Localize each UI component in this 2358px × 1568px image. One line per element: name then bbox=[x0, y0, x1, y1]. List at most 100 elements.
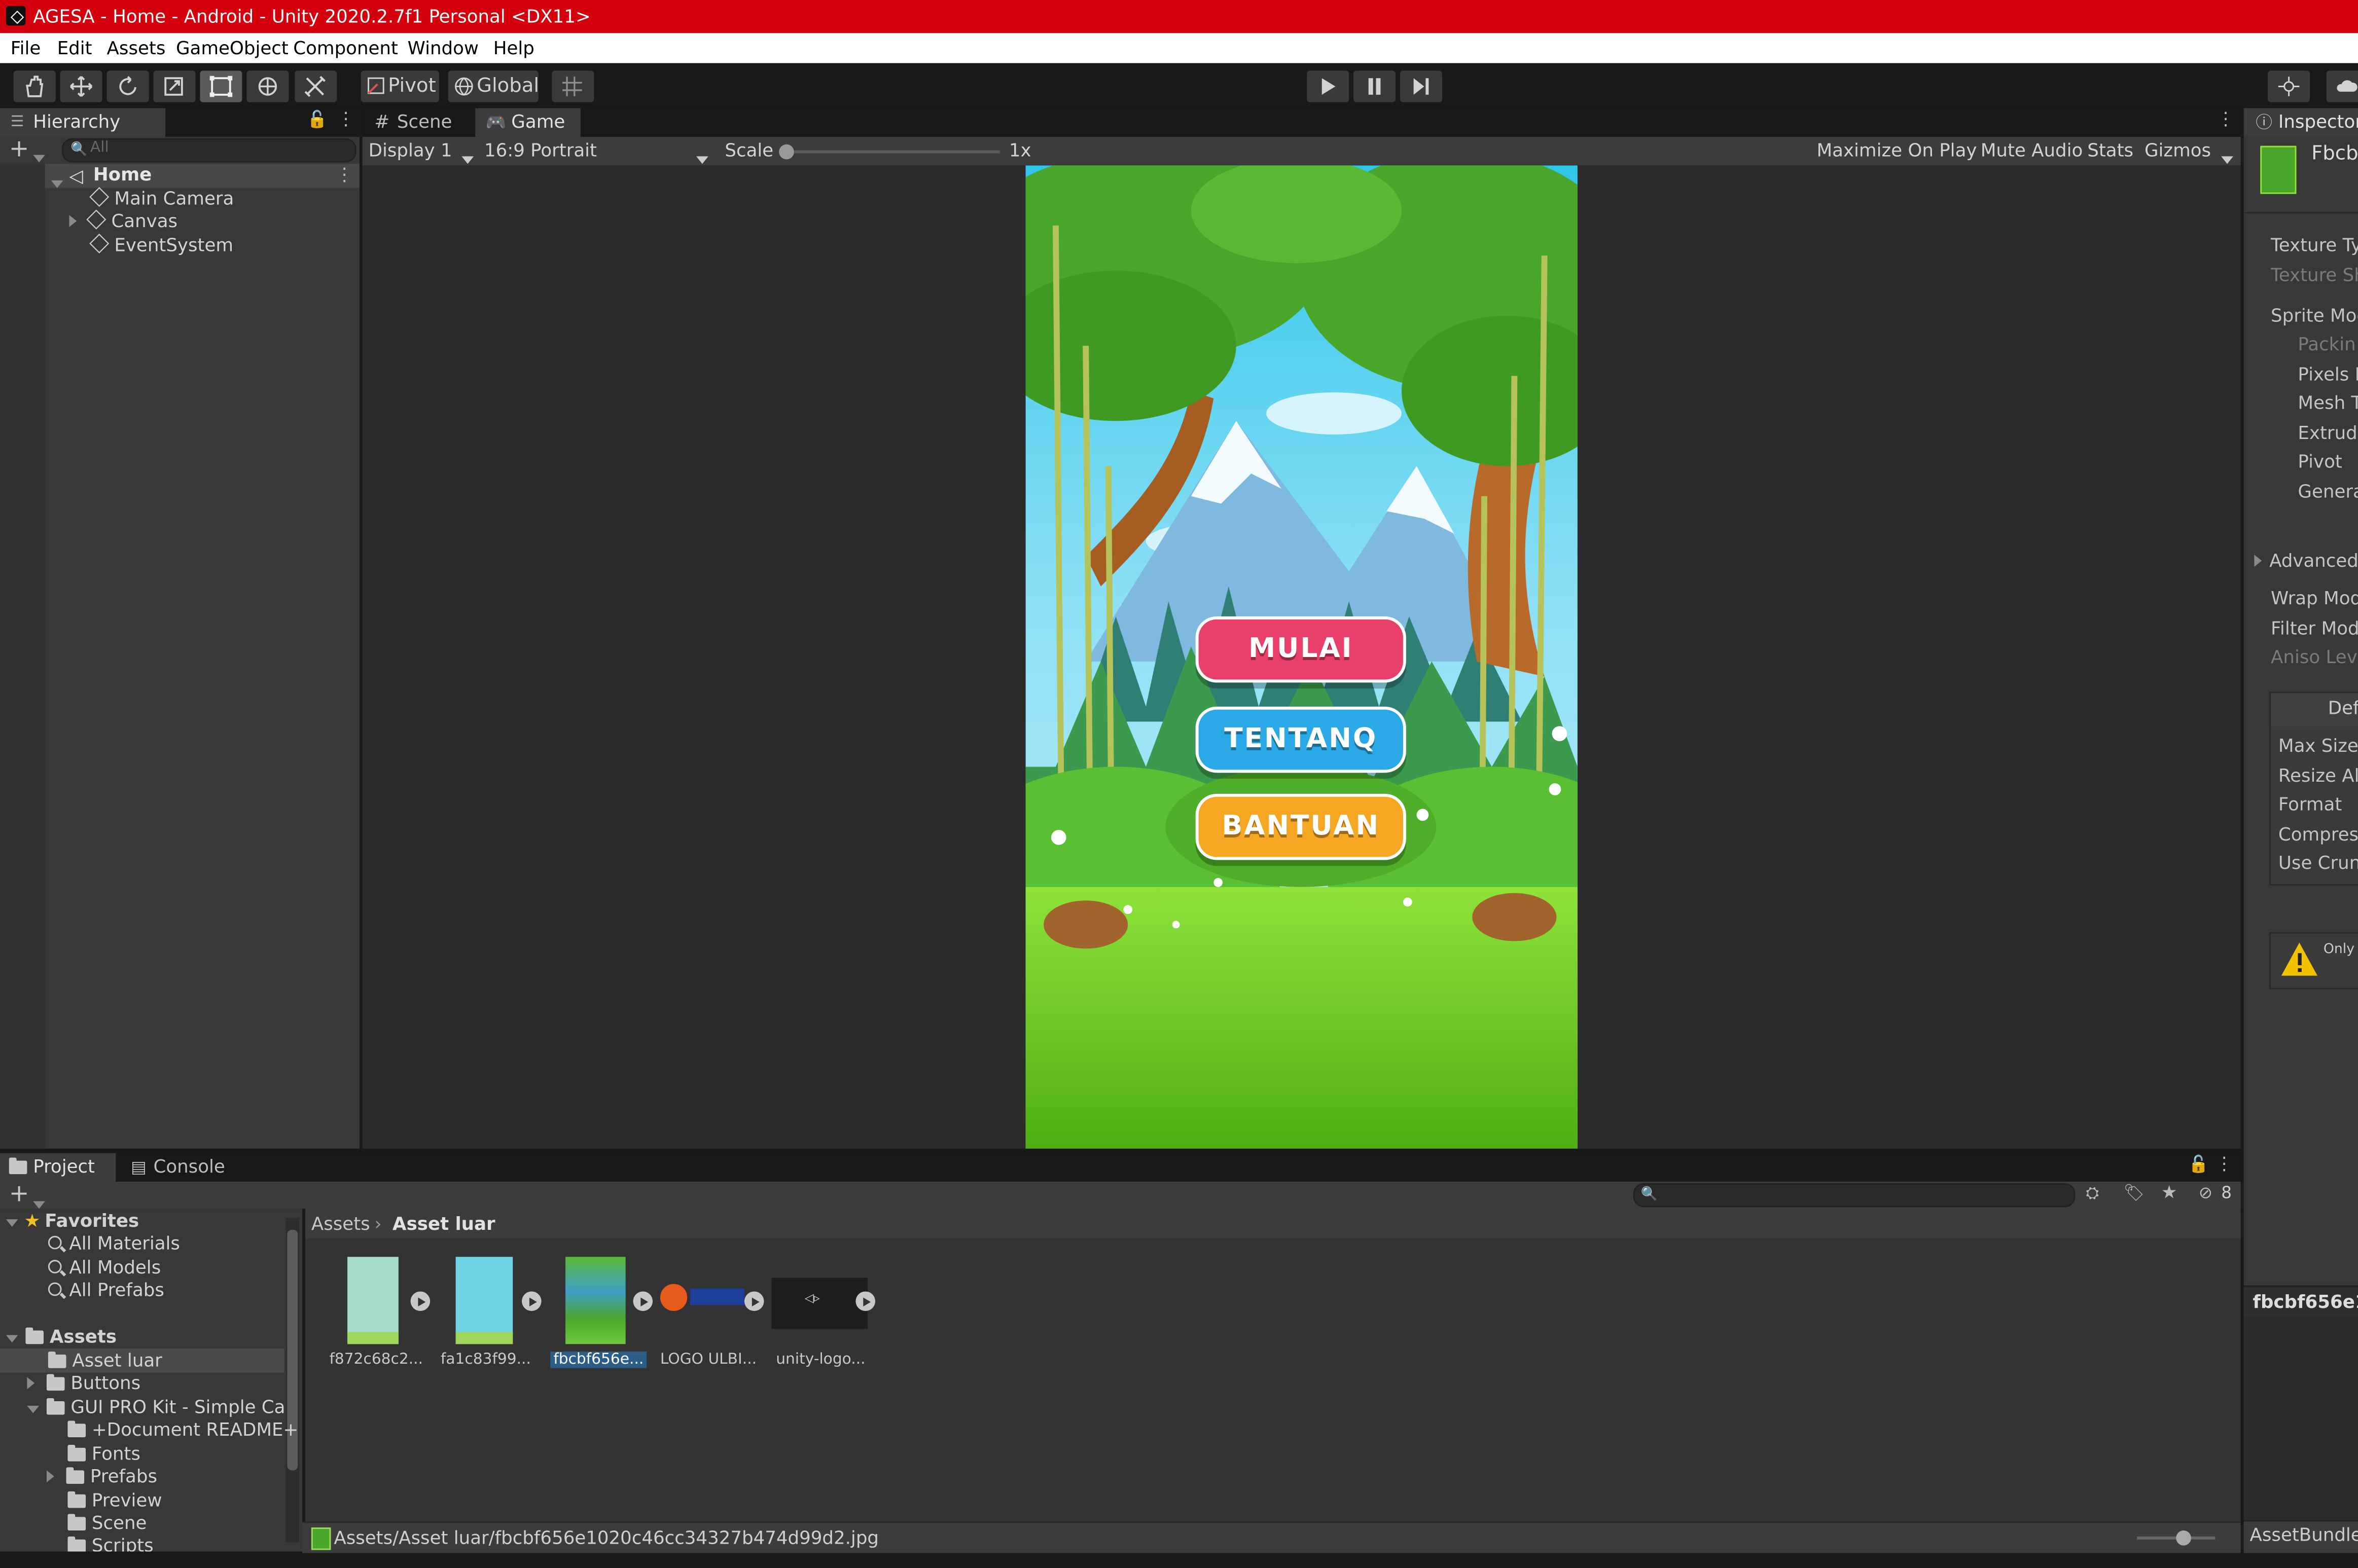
tree-item-scene[interactable]: Scene bbox=[67, 1512, 147, 1534]
asset-label[interactable]: f872c68c2... bbox=[329, 1352, 423, 1368]
asset-thumbnail-logo-ulbi[interactable] bbox=[660, 1284, 747, 1311]
expand-icon[interactable] bbox=[46, 1470, 54, 1483]
more-menu-icon[interactable]: ⋮ bbox=[337, 108, 355, 130]
maximize-on-play-toggle[interactable]: Maximize On Play bbox=[1816, 140, 1977, 161]
tab-console[interactable]: ▤ Console bbox=[123, 1153, 229, 1182]
tab-inspector[interactable]: ⓘ Inspector bbox=[2243, 108, 2358, 137]
grid-snap-button[interactable] bbox=[552, 70, 594, 102]
search-by-type-icon[interactable]: ⛭ bbox=[2086, 1183, 2099, 1205]
asset-thumbnail-unity-logo[interactable]: ◁▹ bbox=[771, 1278, 868, 1329]
expand-icon[interactable] bbox=[27, 1405, 40, 1413]
tab-game[interactable]: 🎮 Game bbox=[475, 108, 581, 137]
stats-toggle[interactable]: Stats bbox=[2087, 140, 2133, 161]
expand-icon[interactable] bbox=[27, 1377, 35, 1390]
more-menu-icon[interactable]: ⋮ bbox=[2215, 1153, 2233, 1175]
display-dropdown[interactable]: Display 1 bbox=[363, 137, 477, 165]
scale-tool-button[interactable] bbox=[153, 70, 196, 102]
thumbnail-size-slider-handle[interactable] bbox=[2176, 1530, 2191, 1546]
add-icon[interactable]: + bbox=[9, 136, 29, 161]
move-tool-button[interactable] bbox=[60, 70, 102, 102]
lock-icon[interactable]: 🔓 bbox=[307, 110, 328, 129]
asset-label-selected[interactable]: fbcbf656e... bbox=[550, 1352, 647, 1368]
hierarchy-item-eventsystem[interactable]: EventSystem bbox=[89, 233, 233, 256]
collab-button[interactable] bbox=[2268, 70, 2310, 102]
asset-thumbnail-fa1c[interactable] bbox=[455, 1257, 513, 1344]
asset-label[interactable]: LOGO ULBI... bbox=[660, 1352, 757, 1368]
favorite-item[interactable]: All Models bbox=[48, 1257, 161, 1278]
favorite-item[interactable]: All Materials bbox=[48, 1233, 180, 1254]
assets-root-row[interactable]: Assets bbox=[6, 1326, 117, 1347]
lock-icon[interactable]: 🔓 bbox=[2188, 1155, 2209, 1175]
hierarchy-search-input[interactable]: 🔍 All bbox=[61, 138, 356, 163]
expand-sprite-icon[interactable] bbox=[410, 1291, 431, 1311]
add-icon[interactable]: + bbox=[9, 1180, 29, 1207]
hidden-packages-icon[interactable]: ⊘ bbox=[2199, 1183, 2212, 1203]
breadcrumb-assets[interactable]: Assets bbox=[311, 1213, 370, 1234]
hierarchy-item-canvas[interactable]: Canvas bbox=[69, 209, 177, 232]
tree-item-readme[interactable]: +Document README+ bbox=[67, 1419, 298, 1440]
expand-sprite-icon[interactable] bbox=[633, 1291, 653, 1311]
pause-button[interactable] bbox=[1353, 70, 1396, 102]
view-menu-icon[interactable]: ⋮ bbox=[2217, 108, 2235, 130]
mute-audio-toggle[interactable]: Mute Audio bbox=[1981, 140, 2083, 161]
pivot-toggle-button[interactable]: Pivot bbox=[361, 70, 439, 102]
menu-file[interactable]: File bbox=[11, 33, 41, 63]
scale-slider-handle[interactable] bbox=[779, 144, 794, 160]
expand-icon[interactable] bbox=[6, 1335, 18, 1343]
tree-item-fonts[interactable]: Fonts bbox=[67, 1443, 140, 1464]
advanced-foldout[interactable]: Advanced bbox=[2254, 550, 2358, 571]
global-toggle-button[interactable]: Global bbox=[448, 70, 539, 102]
menu-window[interactable]: Window bbox=[408, 33, 479, 63]
asset-label[interactable]: fa1c83f99... bbox=[441, 1352, 531, 1368]
hand-tool-button[interactable] bbox=[13, 70, 56, 102]
asset-label[interactable]: unity-logo... bbox=[776, 1352, 865, 1368]
tree-item-asset-luar[interactable]: Asset luar bbox=[48, 1350, 162, 1371]
bantuan-button[interactable]: BANTUAN bbox=[1198, 796, 1403, 857]
menu-help[interactable]: Help bbox=[493, 33, 534, 63]
tree-item-prefabs[interactable]: Prefabs bbox=[46, 1466, 157, 1487]
tree-item-scripts[interactable]: Scripts bbox=[67, 1535, 154, 1552]
tree-item-gui-pro-kit[interactable]: GUI PRO Kit - Simple Casu bbox=[27, 1397, 284, 1418]
transform-tool-button[interactable] bbox=[246, 70, 289, 102]
favorite-item[interactable]: All Prefabs bbox=[48, 1280, 164, 1300]
mulai-button[interactable]: MULAI bbox=[1198, 619, 1403, 680]
platform-tab-default[interactable]: Def bbox=[2271, 693, 2358, 726]
play-button[interactable] bbox=[1307, 70, 1349, 102]
project-search-input[interactable]: 🔍 bbox=[1633, 1183, 2076, 1208]
scale-slider[interactable] bbox=[783, 150, 1001, 154]
tree-item-buttons[interactable]: Buttons bbox=[27, 1373, 140, 1394]
tree-item-preview[interactable]: Preview bbox=[67, 1490, 162, 1511]
expand-sprite-icon[interactable] bbox=[855, 1291, 875, 1311]
rect-tool-button[interactable] bbox=[200, 70, 242, 102]
menu-gameobject[interactable]: GameObject bbox=[176, 33, 289, 63]
expand-sprite-icon[interactable] bbox=[744, 1291, 764, 1311]
tab-scene[interactable]: # Scene bbox=[363, 108, 471, 137]
custom-tool-button[interactable] bbox=[295, 70, 337, 102]
tree-scrollbar[interactable] bbox=[285, 1218, 300, 1543]
favorites-row[interactable]: ★ Favorites bbox=[6, 1210, 139, 1231]
tab-hierarchy[interactable]: ☰ Hierarchy bbox=[0, 108, 166, 137]
favorite-star-icon[interactable]: ★ bbox=[2161, 1182, 2177, 1203]
expand-sprite-icon[interactable] bbox=[522, 1291, 542, 1311]
hierarchy-item-main-camera[interactable]: Main Camera bbox=[89, 187, 234, 209]
expand-icon[interactable] bbox=[69, 215, 77, 227]
inspector-tabstrip: ⓘ Inspector bbox=[2243, 108, 2358, 137]
menu-edit[interactable]: Edit bbox=[57, 33, 92, 63]
asset-thumbnail-f872[interactable] bbox=[347, 1257, 399, 1344]
aspect-dropdown[interactable]: 16:9 Portrait bbox=[481, 137, 711, 165]
gizmos-toggle[interactable]: Gizmos bbox=[2145, 140, 2211, 161]
expand-icon[interactable] bbox=[51, 171, 63, 193]
rotate-tool-button[interactable] bbox=[106, 70, 149, 102]
expand-icon[interactable] bbox=[6, 1219, 18, 1227]
scene-row[interactable]: ◁ Home ⋮ bbox=[45, 164, 360, 188]
step-button[interactable] bbox=[1400, 70, 1443, 102]
label-tag-icon[interactable]: 🏷 bbox=[2123, 1183, 2144, 1203]
tab-project[interactable]: Project bbox=[0, 1153, 116, 1182]
menu-component[interactable]: Component bbox=[293, 33, 398, 63]
asset-thumbnail-fbcb[interactable] bbox=[565, 1257, 626, 1344]
menu-assets[interactable]: Assets bbox=[107, 33, 166, 63]
scene-menu-icon[interactable]: ⋮ bbox=[335, 164, 353, 185]
breadcrumb-current[interactable]: Asset luar bbox=[392, 1213, 495, 1234]
cloud-button[interactable] bbox=[2326, 70, 2358, 102]
tentang-button[interactable]: TENTANQ bbox=[1198, 709, 1403, 770]
